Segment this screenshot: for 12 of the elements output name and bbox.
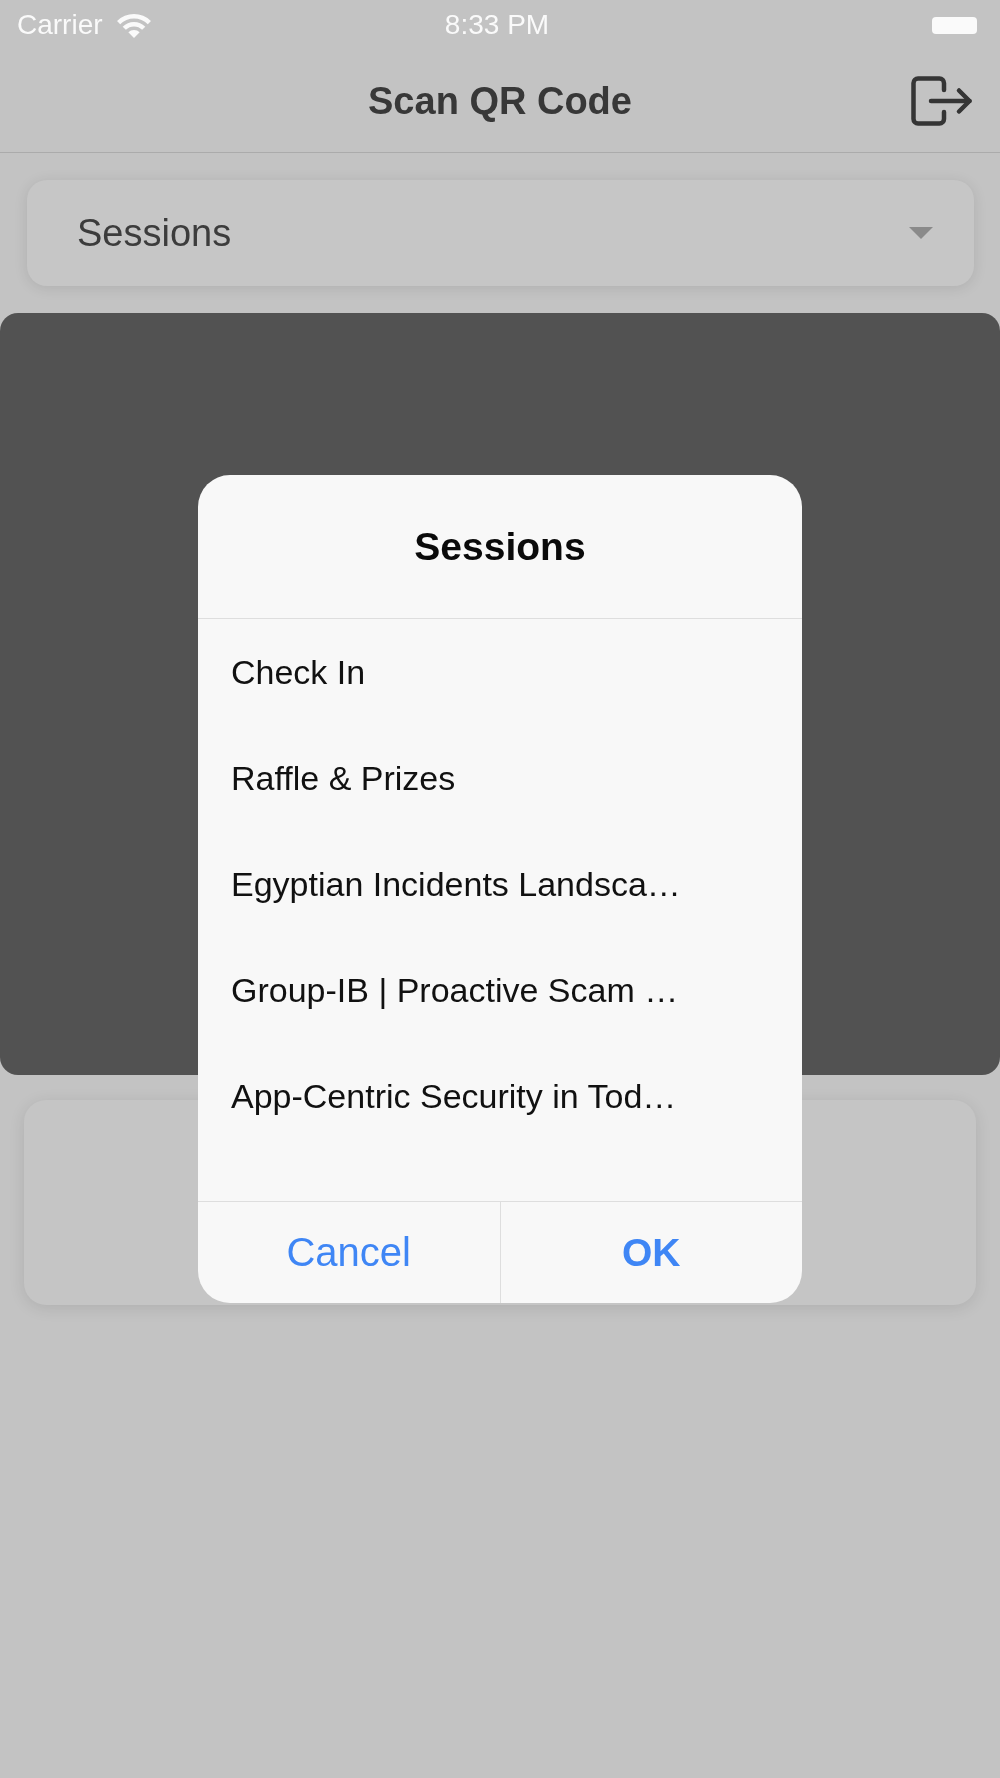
dialog-title: Sessions <box>414 524 586 569</box>
session-option[interactable]: Egyptian Incidents Landsca… <box>198 831 802 937</box>
wifi-icon <box>115 12 152 38</box>
session-option[interactable]: Group-IB | Proactive Scam … <box>198 937 802 1043</box>
session-dropdown[interactable]: Sessions <box>27 180 974 286</box>
session-option[interactable]: Raffle & Prizes <box>198 725 802 831</box>
session-option[interactable]: Check In <box>198 619 802 725</box>
session-option[interactable]: App-Centric Security in Tod… <box>198 1043 802 1149</box>
screen-title: Scan QR Code <box>368 79 632 123</box>
logout-icon[interactable] <box>911 76 973 126</box>
battery-icon <box>932 16 977 34</box>
caret-icon <box>909 227 933 239</box>
